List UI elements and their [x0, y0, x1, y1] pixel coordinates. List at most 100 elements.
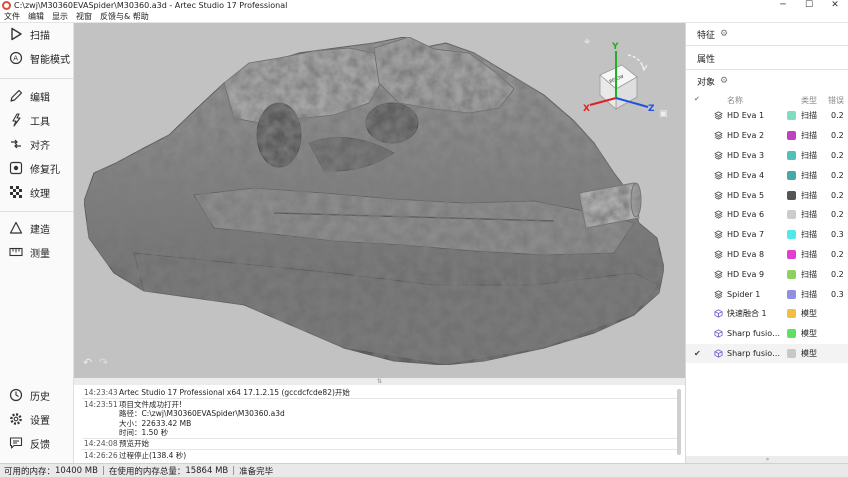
log-message: 时间：1.50 秒	[119, 428, 169, 438]
menu-display[interactable]: 显示	[52, 11, 68, 22]
object-error: 0.3	[831, 230, 844, 240]
object-color-swatch[interactable]	[787, 111, 796, 121]
menu-edit[interactable]: 编辑	[28, 11, 44, 22]
undo-icon[interactable]: ↶	[83, 356, 92, 369]
object-color-swatch[interactable]	[787, 190, 796, 200]
object-row[interactable]: HD Eva 3 扫描 0.2	[686, 146, 848, 166]
features-title: 特征	[697, 30, 716, 41]
log-divider	[82, 398, 678, 399]
nav-fix-holes[interactable]: 修复孔	[0, 157, 74, 179]
left-toolbar: 扫描 A 智能模式 编辑 工具 对齐 修复孔 纹理 建造 测量 历史 设置 反馈	[0, 23, 74, 463]
log-message: 过程停止(138.4 秒)	[119, 451, 187, 460]
column-header-name[interactable]: 名称	[727, 95, 743, 106]
nav-measure[interactable]: 测量	[0, 241, 74, 263]
gear-icon[interactable]: ⚙	[720, 76, 728, 86]
fix-holes-icon	[9, 161, 23, 175]
nav-texture[interactable]: 纹理	[0, 181, 74, 203]
nav-settings[interactable]: 设置	[0, 408, 74, 430]
object-name: Sharp fusion 2...	[727, 348, 784, 358]
object-name: HD Eva 7	[727, 230, 765, 240]
nav-autopilot[interactable]: A 智能模式	[0, 47, 74, 69]
object-color-swatch[interactable]	[787, 309, 796, 319]
object-color-swatch[interactable]	[787, 131, 796, 141]
scan-layers-icon	[714, 171, 723, 180]
window-controls: ─ ☐ ✕	[770, 0, 848, 11]
column-header-error[interactable]: 错误	[828, 95, 844, 106]
log-message: 路径：C:\zwj\M30360EVASpider\M30360.a3d	[119, 409, 285, 419]
tools-icon	[12, 113, 21, 127]
features-section-header[interactable]: 特征 ⚙	[686, 23, 848, 45]
build-icon	[9, 221, 23, 234]
nav-feedback-label: 反馈	[30, 439, 50, 451]
object-row[interactable]: ✔ Sharp fusion 2... 模型	[686, 343, 848, 364]
nav-measure-label: 测量	[30, 248, 50, 260]
nav-build[interactable]: 建造	[0, 217, 74, 239]
object-color-swatch[interactable]	[787, 348, 796, 358]
object-type: 扫描	[801, 170, 817, 180]
object-color-swatch[interactable]	[787, 269, 796, 279]
object-row[interactable]: HD Eva 2 扫描 0.2	[686, 126, 848, 146]
select-all-check-icon[interactable]: ✔	[694, 95, 700, 103]
object-color-swatch[interactable]	[787, 289, 796, 299]
log-scrollbar[interactable]	[677, 389, 681, 455]
status-bar: 可用的内存： 10400 MB | 在使用的内存总量： 15864 MB | 准…	[0, 463, 848, 477]
column-header-type[interactable]: 类型	[801, 95, 817, 106]
object-type: 扫描	[801, 289, 817, 299]
focus-target-icon[interactable]: ⌖	[584, 35, 590, 49]
svg-text:A: A	[13, 55, 18, 63]
object-row[interactable]: HD Eva 9 扫描 0.2	[686, 264, 848, 284]
object-color-swatch[interactable]	[787, 230, 796, 240]
object-color-swatch[interactable]	[787, 170, 796, 180]
gear-icon[interactable]: ⚙	[720, 29, 728, 39]
panel-collapse-handle[interactable]: »	[686, 456, 848, 463]
view-mode-cube-icon[interactable]: ▣	[659, 109, 668, 119]
object-name: HD Eva 9	[727, 269, 765, 279]
object-name: HD Eva 4	[727, 170, 765, 180]
object-color-swatch[interactable]	[787, 329, 796, 339]
menu-feedback-help[interactable]: 反馈与& 帮助	[100, 11, 149, 22]
nav-edit[interactable]: 编辑	[0, 85, 74, 107]
maximize-button[interactable]: ☐	[796, 0, 822, 11]
scan-layers-icon	[714, 230, 723, 239]
object-error: 0.2	[831, 249, 844, 259]
object-visibility-check[interactable]: ✔	[694, 349, 701, 358]
object-row[interactable]: Spider 1 扫描 0.3	[686, 284, 848, 304]
scan-layers-icon	[714, 290, 723, 299]
nav-align[interactable]: 对齐	[0, 133, 74, 155]
status-separator: |	[232, 465, 236, 476]
object-color-swatch[interactable]	[787, 249, 796, 259]
nav-history[interactable]: 历史	[0, 384, 74, 406]
properties-section-header[interactable]: 属性	[686, 47, 848, 69]
texture-icon	[10, 186, 22, 198]
y-axis-label: Y	[611, 42, 619, 52]
minimize-button[interactable]: ─	[770, 0, 796, 11]
title-bar: C:\zwj\M30360EVASpider\M30360.a3d - Arte…	[0, 0, 848, 11]
nav-history-label: 历史	[30, 391, 50, 403]
object-row[interactable]: HD Eva 7 扫描 0.3	[686, 225, 848, 245]
properties-title: 属性	[697, 54, 716, 65]
redo-icon[interactable]: ↷	[99, 356, 108, 369]
nav-tools[interactable]: 工具	[0, 109, 74, 131]
objects-section-header[interactable]: 对象 ⚙	[686, 70, 848, 92]
3d-viewport[interactable]: BELOW X Y Z ⌖ ▣ ↶ ↷	[74, 23, 685, 378]
history-icon	[9, 388, 23, 402]
object-row[interactable]: HD Eva 5 扫描 0.2	[686, 185, 848, 205]
log-splitter-handle[interactable]: ⇅	[74, 378, 685, 385]
object-row[interactable]: HD Eva 4 扫描 0.2	[686, 165, 848, 185]
object-color-swatch[interactable]	[787, 210, 796, 220]
object-row[interactable]: HD Eva 1 扫描 0.2	[686, 106, 848, 126]
menu-window[interactable]: 视窗	[76, 11, 92, 22]
object-row[interactable]: HD Eva 6 扫描 0.2	[686, 205, 848, 225]
nav-feedback[interactable]: 反馈	[0, 432, 74, 454]
object-row[interactable]: 快速融合 1 模型	[686, 304, 848, 324]
object-type: 模型	[801, 329, 817, 339]
object-type: 扫描	[801, 131, 817, 141]
free-memory-value: 10400 MB	[55, 465, 98, 476]
object-color-swatch[interactable]	[787, 150, 796, 160]
close-button[interactable]: ✕	[822, 0, 848, 11]
object-row[interactable]: HD Eva 8 扫描 0.2	[686, 245, 848, 265]
object-row[interactable]: Sharp fusion 2 模型	[686, 324, 848, 344]
nav-scan[interactable]: 扫描	[0, 23, 74, 45]
object-name: Sharp fusion 2	[727, 329, 784, 339]
menu-file[interactable]: 文件	[4, 11, 20, 22]
